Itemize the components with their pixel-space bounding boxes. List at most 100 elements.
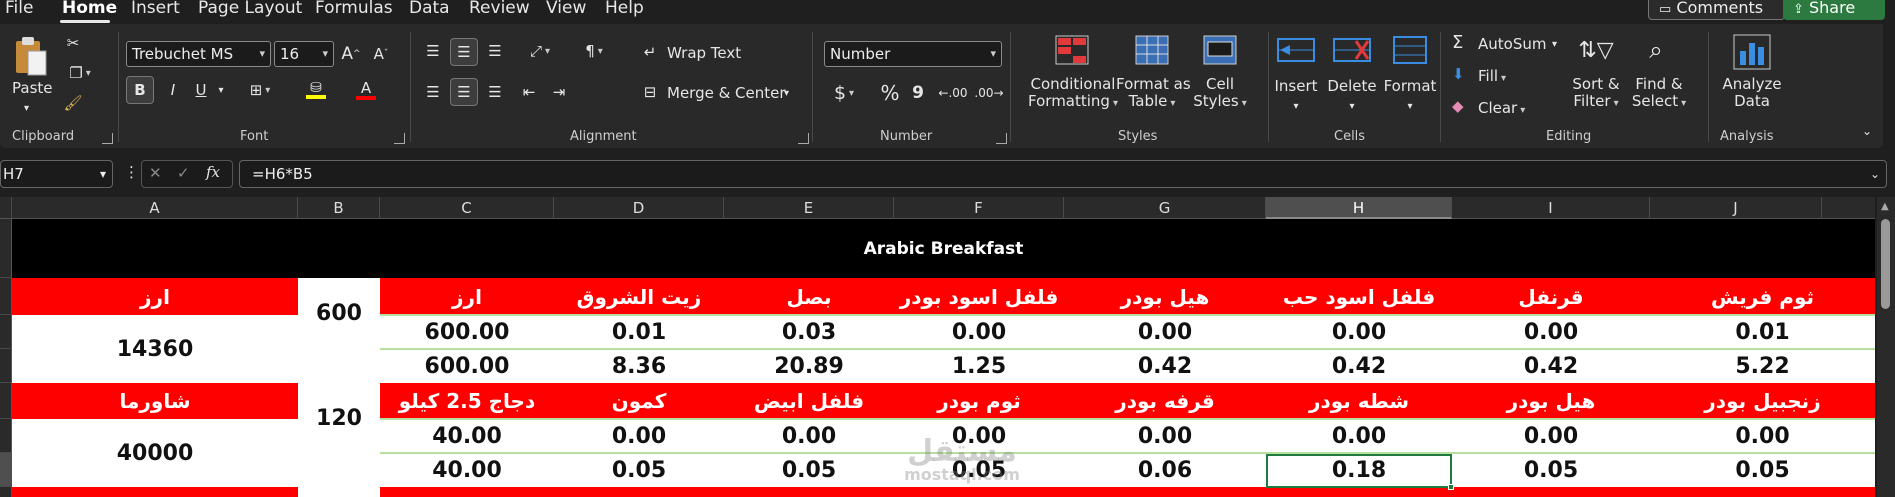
format-dropdown-icon[interactable]: ▾	[1382, 98, 1438, 115]
block1-row2-cell[interactable]: 0.42	[1452, 349, 1650, 383]
block1-headers-cell[interactable]: فلفل اسود بودر	[894, 278, 1064, 315]
expand-formula-icon[interactable]: ⌄	[1870, 166, 1880, 183]
block1-total-cell[interactable]: 14360	[12, 315, 298, 383]
merge-center-button[interactable]: Merge & Center	[667, 85, 786, 102]
paste-icon[interactable]	[8, 32, 52, 82]
column-header-i[interactable]: I	[1452, 197, 1650, 219]
format-as-table-button[interactable]: Format as Table ▾	[1116, 76, 1191, 112]
row-header[interactable]	[0, 278, 12, 315]
column-header-a[interactable]: A	[12, 197, 298, 219]
clear-button[interactable]: Clear ▾	[1478, 100, 1525, 119]
block1-row1-cell[interactable]: 0.01	[554, 315, 724, 349]
increase-font-size-icon[interactable]: A ^	[338, 41, 364, 67]
menu-file[interactable]: File	[5, 0, 33, 17]
merge-dropdown-icon[interactable]: ▾	[784, 85, 789, 102]
block2-quantity-cell[interactable]: 120	[298, 383, 380, 487]
share-button[interactable]: ⇪ Share	[1783, 0, 1885, 20]
block1-headers-cell[interactable]: فلفل اسود حب	[1266, 278, 1452, 315]
format-button[interactable]: Format	[1382, 78, 1438, 95]
menu-help[interactable]: Help	[605, 0, 644, 17]
insert-cells-icon[interactable]	[1274, 32, 1318, 68]
block2-row1-cell[interactable]: 0.00	[1266, 419, 1452, 453]
column-header-b[interactable]: B	[298, 197, 380, 219]
block1-row1-cell[interactable]: 0.00	[1452, 315, 1650, 349]
align-bottom-icon[interactable]: ☰	[482, 38, 508, 64]
insert-dropdown-icon[interactable]: ▾	[1270, 98, 1322, 115]
block1-row1-cell[interactable]: 600.00	[380, 315, 554, 349]
align-right-icon[interactable]: ☰	[482, 78, 508, 106]
italic-button[interactable]: I	[160, 76, 186, 104]
insert-function-icon[interactable]: fx	[206, 164, 220, 181]
insert-button[interactable]: Insert	[1270, 78, 1322, 95]
align-left-icon[interactable]: ☰	[420, 78, 446, 106]
menu-review[interactable]: Review	[469, 0, 530, 17]
comma-style-button[interactable]: 9	[906, 79, 930, 107]
analyze-data-icon[interactable]	[1730, 32, 1774, 72]
clear-icon[interactable]: ◆	[1452, 98, 1464, 115]
decrease-indent-icon[interactable]: ⇤	[516, 78, 542, 106]
copy-icon[interactable]: ❐ ▾	[62, 62, 98, 84]
column-header-k[interactable]	[1822, 197, 1875, 219]
block2-headers-cell[interactable]: هيل بودر	[1452, 383, 1650, 419]
block2-headers-cell[interactable]: كمون	[554, 383, 724, 419]
wrap-text-icon[interactable]: ↵	[640, 40, 660, 64]
column-header-e[interactable]: E	[724, 197, 894, 219]
format-as-table-icon[interactable]	[1132, 32, 1172, 68]
collapse-ribbon-icon[interactable]: ⌄	[1858, 122, 1876, 140]
underline-dropdown-icon[interactable]: ▾	[214, 76, 228, 104]
format-cells-icon[interactable]	[1388, 32, 1432, 68]
delete-button[interactable]: Delete	[1326, 78, 1378, 95]
scrollbar-thumb[interactable]	[1881, 219, 1890, 309]
block2-row2-cell[interactable]: 0.05	[554, 453, 724, 487]
cancel-icon[interactable]: ✕	[149, 165, 162, 182]
row-header[interactable]	[0, 315, 12, 349]
block1-row1-cell[interactable]: 0.00	[1064, 315, 1266, 349]
menu-home[interactable]: Home	[62, 0, 117, 17]
column-header-c[interactable]: C	[380, 197, 554, 219]
block2-total-cell[interactable]: 40000	[12, 419, 298, 487]
text-direction-icon[interactable]: ¶ ▾	[574, 38, 614, 64]
block1-row2-cell[interactable]: 1.25	[894, 349, 1064, 383]
block2-headers-cell[interactable]: قرفه بودر	[1064, 383, 1266, 419]
currency-button[interactable]: $ ▾	[824, 79, 864, 107]
fill-button[interactable]: Fill ▾	[1478, 68, 1506, 87]
decrease-decimal-button[interactable]: .00 →	[974, 79, 1004, 107]
sort-filter-button[interactable]: Sort & Filter ▾	[1566, 76, 1626, 112]
row-header[interactable]	[0, 419, 12, 453]
autosum-button[interactable]: AutoSum	[1478, 36, 1546, 53]
select-all-corner[interactable]	[0, 197, 12, 219]
underline-button[interactable]: U	[188, 76, 214, 104]
menu-view[interactable]: View	[546, 0, 586, 17]
delete-cells-icon[interactable]	[1330, 32, 1374, 68]
alignment-launcher-icon[interactable]	[798, 133, 809, 144]
block2-name-cell[interactable]: شاورما	[12, 383, 298, 419]
row-header[interactable]	[0, 349, 12, 383]
block2-row1-cell[interactable]: 0.00	[724, 419, 894, 453]
bold-button[interactable]: B	[126, 76, 154, 104]
font-name-combo[interactable]: Trebuchet MS ▾	[126, 41, 271, 67]
block1-headers-cell[interactable]: قرنفل	[1452, 278, 1650, 315]
enter-icon[interactable]: ✓	[177, 165, 190, 182]
name-box[interactable]: H7 ▾	[0, 160, 113, 188]
scroll-up-icon[interactable]: ▲	[1881, 201, 1889, 212]
align-center-icon[interactable]: ☰	[450, 78, 478, 106]
menu-insert[interactable]: Insert	[131, 0, 180, 17]
block1-name-cell[interactable]: ارز	[12, 278, 298, 315]
cut-icon[interactable]: ✂	[62, 32, 84, 54]
block2-row2-cell[interactable]: 0.05	[724, 453, 894, 487]
block1-row2-cell[interactable]: 20.89	[724, 349, 894, 383]
increase-indent-icon[interactable]: ⇥	[546, 78, 572, 106]
cell-styles-icon[interactable]	[1200, 32, 1240, 68]
find-select-button[interactable]: Find & Select ▾	[1628, 76, 1690, 112]
more-options-icon[interactable]: ⋮	[124, 164, 139, 181]
block2-row1-cell[interactable]: 0.00	[554, 419, 724, 453]
merge-center-icon[interactable]: ⊟	[640, 80, 660, 104]
wrap-text-button[interactable]: Wrap Text	[667, 45, 741, 62]
analyze-data-button[interactable]: Analyze Data	[1716, 76, 1788, 110]
align-top-icon[interactable]: ☰	[420, 38, 446, 64]
number-format-combo[interactable]: Number ▾	[824, 41, 1002, 67]
format-painter-icon[interactable]: 🖌	[62, 92, 84, 114]
block2-row1-cell[interactable]: 40.00	[380, 419, 554, 453]
block1-row2-cell[interactable]: 600.00	[380, 349, 554, 383]
block1-headers-cell[interactable]: زيت الشروق	[554, 278, 724, 315]
